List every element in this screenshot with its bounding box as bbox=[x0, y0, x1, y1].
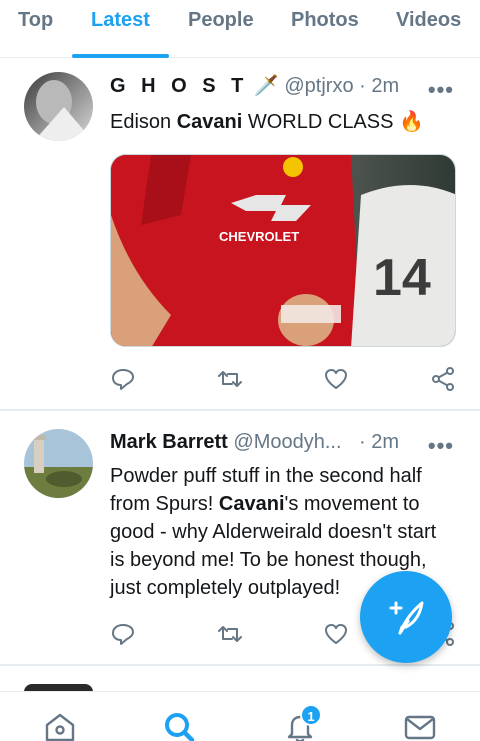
text-segment: WORLD CLASS bbox=[242, 111, 394, 133]
text-line: Powder puff stuff in the second half bbox=[110, 465, 422, 487]
avatar[interactable] bbox=[24, 429, 93, 498]
retweet-icon[interactable] bbox=[217, 621, 243, 647]
shirt-number: 14 bbox=[373, 249, 431, 307]
home-icon[interactable] bbox=[43, 710, 77, 741]
compose-button[interactable] bbox=[360, 571, 452, 663]
highlighted-term: Cavani bbox=[218, 493, 285, 515]
highlighted-term: Cavani bbox=[176, 111, 243, 133]
tab-people[interactable]: People bbox=[188, 0, 254, 58]
text-segment: 's movement to bbox=[284, 493, 420, 515]
tab-videos[interactable]: Videos bbox=[396, 0, 461, 58]
text-line: good - why Alderweirald doesn't start bbox=[110, 521, 437, 543]
like-icon[interactable] bbox=[323, 621, 349, 647]
display-name[interactable]: G H O S T bbox=[110, 75, 248, 97]
messages-icon[interactable] bbox=[403, 710, 437, 741]
more-options-icon[interactable]: ••• bbox=[428, 79, 454, 101]
timestamp[interactable]: · 2m bbox=[359, 75, 399, 97]
text-segment: Edison bbox=[110, 111, 177, 133]
timestamp-wrap: · 2m bbox=[359, 428, 399, 456]
user-handle[interactable]: @ptjrxo bbox=[284, 75, 353, 97]
tab-latest[interactable]: Latest bbox=[91, 0, 150, 58]
tweet-header: Mark Barrett @Moodyh... bbox=[110, 428, 342, 456]
text-segment: from Spurs! bbox=[110, 493, 219, 515]
tweet-divider bbox=[0, 664, 480, 666]
retweet-icon[interactable] bbox=[217, 366, 243, 392]
text-line: from Spurs! Cavani's movement to bbox=[110, 490, 470, 518]
tweet-header: G H O S T 🗡️ @ptjrxo · 2m bbox=[110, 72, 399, 100]
tab-photos[interactable]: Photos bbox=[291, 0, 359, 58]
tweet-image[interactable]: CHEVROLET 14 bbox=[110, 154, 456, 347]
share-icon[interactable] bbox=[430, 366, 456, 392]
tweet-actions bbox=[110, 366, 460, 396]
timestamp[interactable]: · 2m bbox=[359, 431, 399, 453]
tweet-text: Edison Cavani WORLD CLASS 🔥 bbox=[110, 108, 470, 136]
like-icon[interactable] bbox=[323, 366, 349, 392]
compose-icon bbox=[389, 601, 424, 635]
tab-top[interactable]: Top bbox=[18, 0, 53, 58]
reply-icon[interactable] bbox=[110, 621, 136, 647]
display-name[interactable]: Mark Barrett bbox=[110, 431, 228, 453]
bottom-navigation bbox=[0, 691, 480, 741]
avatar[interactable] bbox=[24, 72, 93, 141]
name-emoji: 🗡️ bbox=[253, 75, 279, 97]
reply-icon[interactable] bbox=[110, 366, 136, 392]
more-options-icon[interactable]: ••• bbox=[428, 435, 454, 457]
sponsor-text: CHEVROLET bbox=[219, 229, 299, 244]
search-tabs: Top Latest People Photos Videos bbox=[0, 0, 480, 58]
notifications-badge: 1 bbox=[300, 704, 322, 726]
text-line: is beyond me! To be honest though, bbox=[110, 549, 427, 571]
search-icon[interactable] bbox=[162, 710, 196, 741]
fire-emoji: 🔥 bbox=[399, 111, 424, 133]
user-handle[interactable]: @Moodyh... bbox=[233, 431, 341, 453]
tweet[interactable]: G H O S T 🗡️ @ptjrxo · 2m ••• Edison Cav… bbox=[0, 58, 480, 410]
